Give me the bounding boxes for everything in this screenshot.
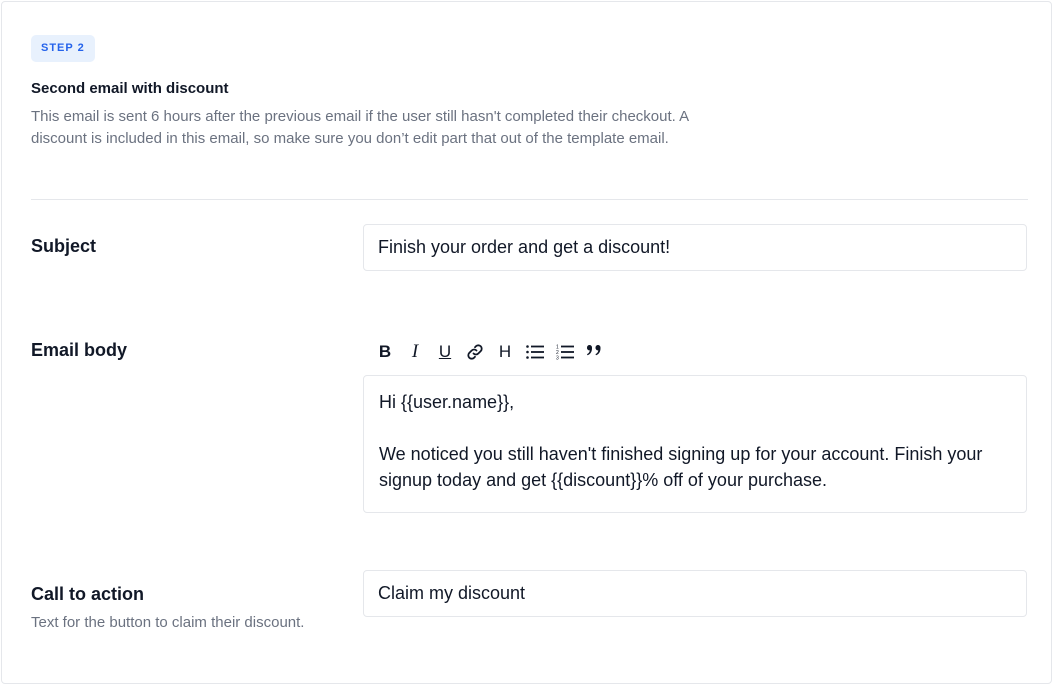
underline-button[interactable]: U (430, 339, 460, 365)
section-divider (31, 199, 1028, 200)
step-badge: STEP 2 (31, 35, 95, 62)
email-step-card: STEP 2 Second email with discount This e… (1, 1, 1052, 684)
bullet-list-icon (526, 345, 544, 359)
bold-icon: B (378, 342, 392, 361)
step-title: Second email with discount (31, 80, 229, 97)
link-icon (467, 344, 483, 360)
underline-icon: U (438, 342, 452, 361)
cta-description: Text for the button to claim their disco… (31, 614, 305, 631)
email-body-label: Email body (31, 340, 128, 360)
quote-icon (587, 345, 601, 356)
link-button[interactable] (460, 339, 490, 365)
numbered-list-icon: 1 2 3 (556, 345, 574, 361)
step-description: This email is sent 6 hours after the pre… (31, 108, 689, 147)
cta-input[interactable] (363, 570, 1027, 617)
email-body-editor[interactable]: Hi {{user.name}}, We noticed you still h… (363, 375, 1027, 513)
heading-button[interactable]: H (490, 339, 520, 365)
quote-button[interactable] (580, 339, 610, 365)
italic-icon: I (411, 341, 419, 362)
bullet-list-button[interactable] (520, 339, 550, 365)
italic-button[interactable]: I (400, 339, 430, 365)
svg-text:3: 3 (556, 356, 559, 361)
subject-label: Subject (31, 236, 97, 256)
heading-icon: H (498, 342, 512, 361)
subject-input[interactable] (363, 224, 1027, 271)
email-body-paragraph: We noticed you still haven't finished si… (379, 444, 983, 490)
numbered-list-button[interactable]: 1 2 3 (550, 339, 580, 365)
bold-button[interactable]: B (370, 339, 400, 365)
editor-toolbar: B I U H 1 2 3 (370, 339, 610, 365)
email-body-greeting: Hi {{user.name}}, (379, 392, 515, 412)
cta-label: Call to action (31, 584, 145, 604)
